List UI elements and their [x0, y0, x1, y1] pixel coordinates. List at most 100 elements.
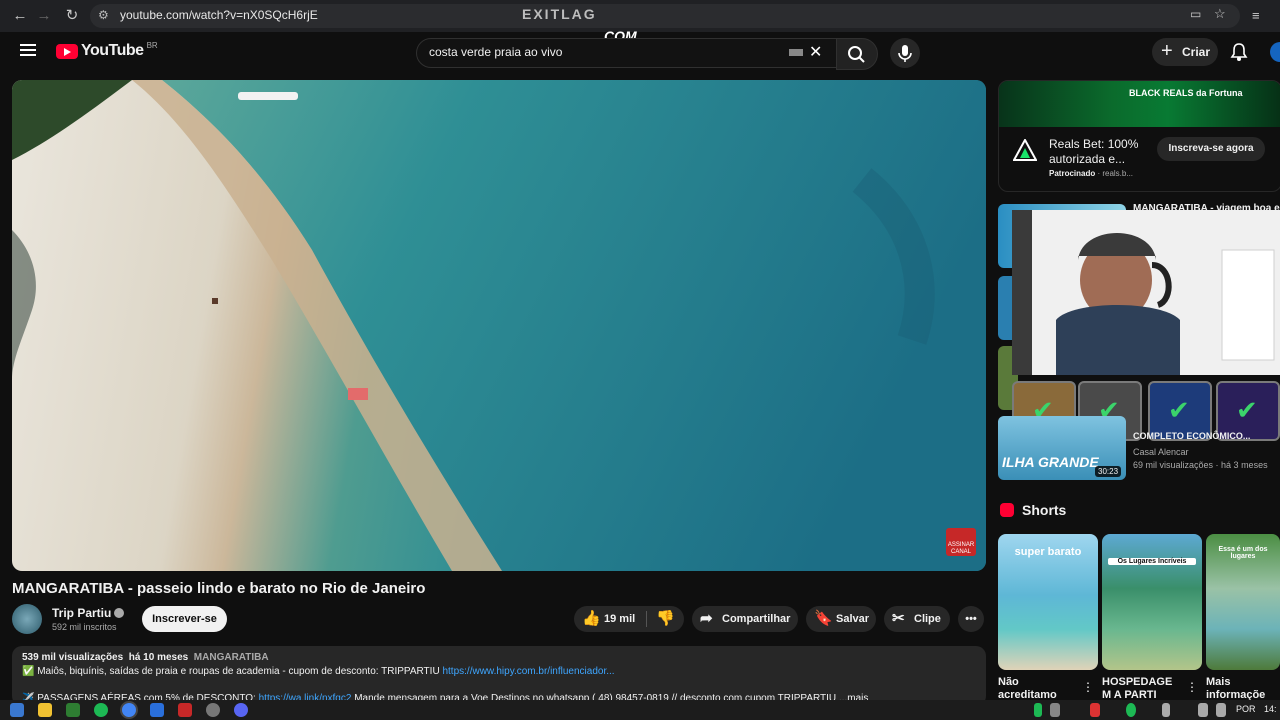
spotify-icon[interactable]	[94, 703, 108, 717]
related-video-title-2[interactable]: COMPLETO ECONÔMICO...	[1133, 431, 1250, 441]
os-taskbar: POR 14:	[0, 700, 1280, 720]
back-icon[interactable]: ←	[10, 6, 30, 26]
tray-icon[interactable]	[1162, 703, 1170, 717]
check-icon: ✔	[1236, 395, 1258, 425]
search-button[interactable]	[836, 38, 878, 70]
short-thumbnail-3[interactable]: Essa é um dos lugares	[1206, 534, 1280, 670]
ad-domain: reals.b...	[1102, 169, 1134, 178]
hashtag-link[interactable]: MANGARATIBA	[194, 652, 269, 663]
plus-icon: +	[1161, 40, 1173, 62]
bookmark-star-icon[interactable]: ☆	[1214, 6, 1226, 22]
save-button[interactable]: 🔖 Salvar	[806, 606, 876, 632]
menu-icon[interactable]	[20, 44, 36, 56]
save-bookmark-icon: 🔖	[814, 610, 833, 627]
video-player[interactable]: ASSINAR CANAL	[12, 80, 986, 571]
cast-icon[interactable]: ▭	[1190, 7, 1201, 21]
short-menu-icon[interactable]: ⋮	[1082, 680, 1094, 694]
like-count[interactable]: 19 mil	[604, 606, 635, 632]
channel-avatar[interactable]	[12, 604, 42, 634]
scissors-icon: ✂	[892, 610, 905, 627]
short-menu-icon[interactable]: ⋮	[1186, 680, 1198, 694]
tray-icon[interactable]	[1126, 703, 1136, 717]
ad-sponsor-line: Patrocinado · reals.b...	[1049, 169, 1134, 178]
video-title: MANGARATIBA - passeio lindo e barato no …	[12, 580, 426, 597]
subscribe-button[interactable]: Inscrever-se	[142, 606, 227, 632]
save-label: Salvar	[836, 613, 870, 625]
forward-icon[interactable]: →	[34, 6, 54, 26]
address-bar[interactable]: ⚙ youtube.com/watch?v=nX0SQcH6rjE ▭ ☆	[90, 4, 1240, 28]
tray-icon[interactable]	[1090, 703, 1100, 717]
short-caption-1[interactable]: Não acreditamo	[998, 676, 1078, 702]
clear-icon[interactable]: ✕	[809, 42, 822, 62]
clip-button[interactable]: ✂ Clipe	[884, 606, 950, 632]
more-actions-button[interactable]: •••	[958, 606, 984, 632]
reload-icon[interactable]: ↻	[62, 6, 82, 26]
create-label: Criar	[1182, 45, 1211, 59]
description-text-1: ✅ Maiôs, biquínis, saídas de praia e rou…	[22, 666, 440, 677]
app-icon[interactable]	[66, 703, 80, 717]
clip-label: Clipe	[914, 613, 941, 625]
view-count: 539 mil visualizações	[22, 652, 124, 663]
search-input[interactable]: costa verde praia ao vivo ✕	[416, 38, 838, 68]
related-channel[interactable]: Casal Alencar	[1133, 447, 1189, 457]
like-icon[interactable]: 👍	[582, 606, 601, 632]
description-link-1[interactable]: https://www.hipy.com.br/influenciador...	[442, 666, 614, 677]
upload-age: há 10 meses	[128, 652, 189, 663]
voice-search-button[interactable]	[890, 38, 920, 68]
dislike-icon[interactable]: 👎	[656, 606, 675, 632]
share-icon: ➦	[700, 610, 713, 627]
keyboard-language[interactable]: POR	[1236, 704, 1256, 714]
site-info-icon[interactable]: ⚙	[98, 8, 109, 22]
related-age: há 3 meses	[1221, 460, 1268, 470]
short-thumb-text-3: Essa é um dos lugares	[1218, 546, 1268, 560]
short-caption-3[interactable]: Mais informaçõe	[1206, 676, 1276, 702]
clock[interactable]: 14:	[1264, 704, 1277, 714]
short-thumb-text-1: super barato	[1014, 546, 1082, 558]
thumbnail-text: ILHA GRANDE	[1002, 454, 1099, 470]
description-box[interactable]: 539 mil visualizações há 10 meses MANGAR…	[12, 646, 986, 706]
app-icon[interactable]	[206, 703, 220, 717]
keyboard-icon[interactable]	[789, 49, 803, 56]
discord-icon[interactable]	[234, 703, 248, 717]
reading-list-icon[interactable]: ≡	[1252, 8, 1260, 23]
ad-banner-text: BLACK REALS da Fortuna	[1129, 88, 1243, 98]
tray-icon[interactable]	[1050, 703, 1060, 717]
create-button[interactable]: + Criar	[1152, 38, 1218, 66]
youtube-logo[interactable]: YouTube BR	[56, 41, 158, 60]
account-avatar[interactable]	[1270, 42, 1280, 62]
related-views: 69 mil visualizações	[1133, 460, 1214, 470]
app-icon[interactable]	[150, 703, 164, 717]
browser-toolbar: ← → ↻ ⚙ youtube.com/watch?v=nX0SQcH6rjE …	[0, 0, 1280, 32]
share-label: Compartilhar	[722, 613, 791, 625]
tray-icon[interactable]	[1034, 703, 1042, 717]
ad-cta-button[interactable]: Inscreva-se agora	[1157, 137, 1265, 161]
logo-text: YouTube	[81, 42, 144, 59]
volume-icon[interactable]	[1198, 703, 1208, 717]
network-icon[interactable]	[1216, 703, 1226, 717]
more-horizontal-icon: •••	[965, 613, 977, 625]
reals-bet-logo-icon	[1013, 139, 1037, 161]
ad-title[interactable]: Reals Bet: 100% autorizada e...	[1049, 137, 1159, 167]
sponsored-ad-card[interactable]: BLACK REALS da Fortuna Reals Bet: 100% a…	[998, 80, 1280, 192]
shorts-icon	[1000, 503, 1014, 517]
short-thumbnail-2[interactable]: Os Lugares Incríveis	[1102, 534, 1202, 670]
short-thumbnail-1[interactable]: super barato	[998, 534, 1098, 670]
channel-name[interactable]: Trip Partiu	[52, 606, 111, 620]
youtube-play-icon	[56, 43, 78, 59]
verified-icon	[114, 608, 124, 618]
file-explorer-icon[interactable]	[38, 703, 52, 717]
subscribe-watermark[interactable]: ASSINAR CANAL	[946, 528, 976, 556]
short-thumb-text-2: Os Lugares Incríveis	[1108, 558, 1196, 565]
video-duration: 30:23	[1095, 466, 1122, 477]
chrome-icon[interactable]	[122, 703, 136, 717]
windows-start-icon[interactable]	[10, 703, 24, 717]
video-frame-beach	[12, 80, 986, 571]
url-text: youtube.com/watch?v=nX0SQcH6rjE	[120, 8, 318, 22]
notifications-bell-icon[interactable]	[1230, 42, 1248, 62]
app-icon[interactable]	[178, 703, 192, 717]
ad-banner-image[interactable]: BLACK REALS da Fortuna	[999, 81, 1280, 127]
short-caption-2[interactable]: HOSPEDAGE M A PARTI	[1102, 676, 1182, 702]
share-button[interactable]: ➦ Compartilhar	[692, 606, 798, 632]
overlay-brand: EXITLAG	[522, 6, 597, 22]
like-dislike-group: 👍 19 mil 👎	[574, 606, 684, 632]
